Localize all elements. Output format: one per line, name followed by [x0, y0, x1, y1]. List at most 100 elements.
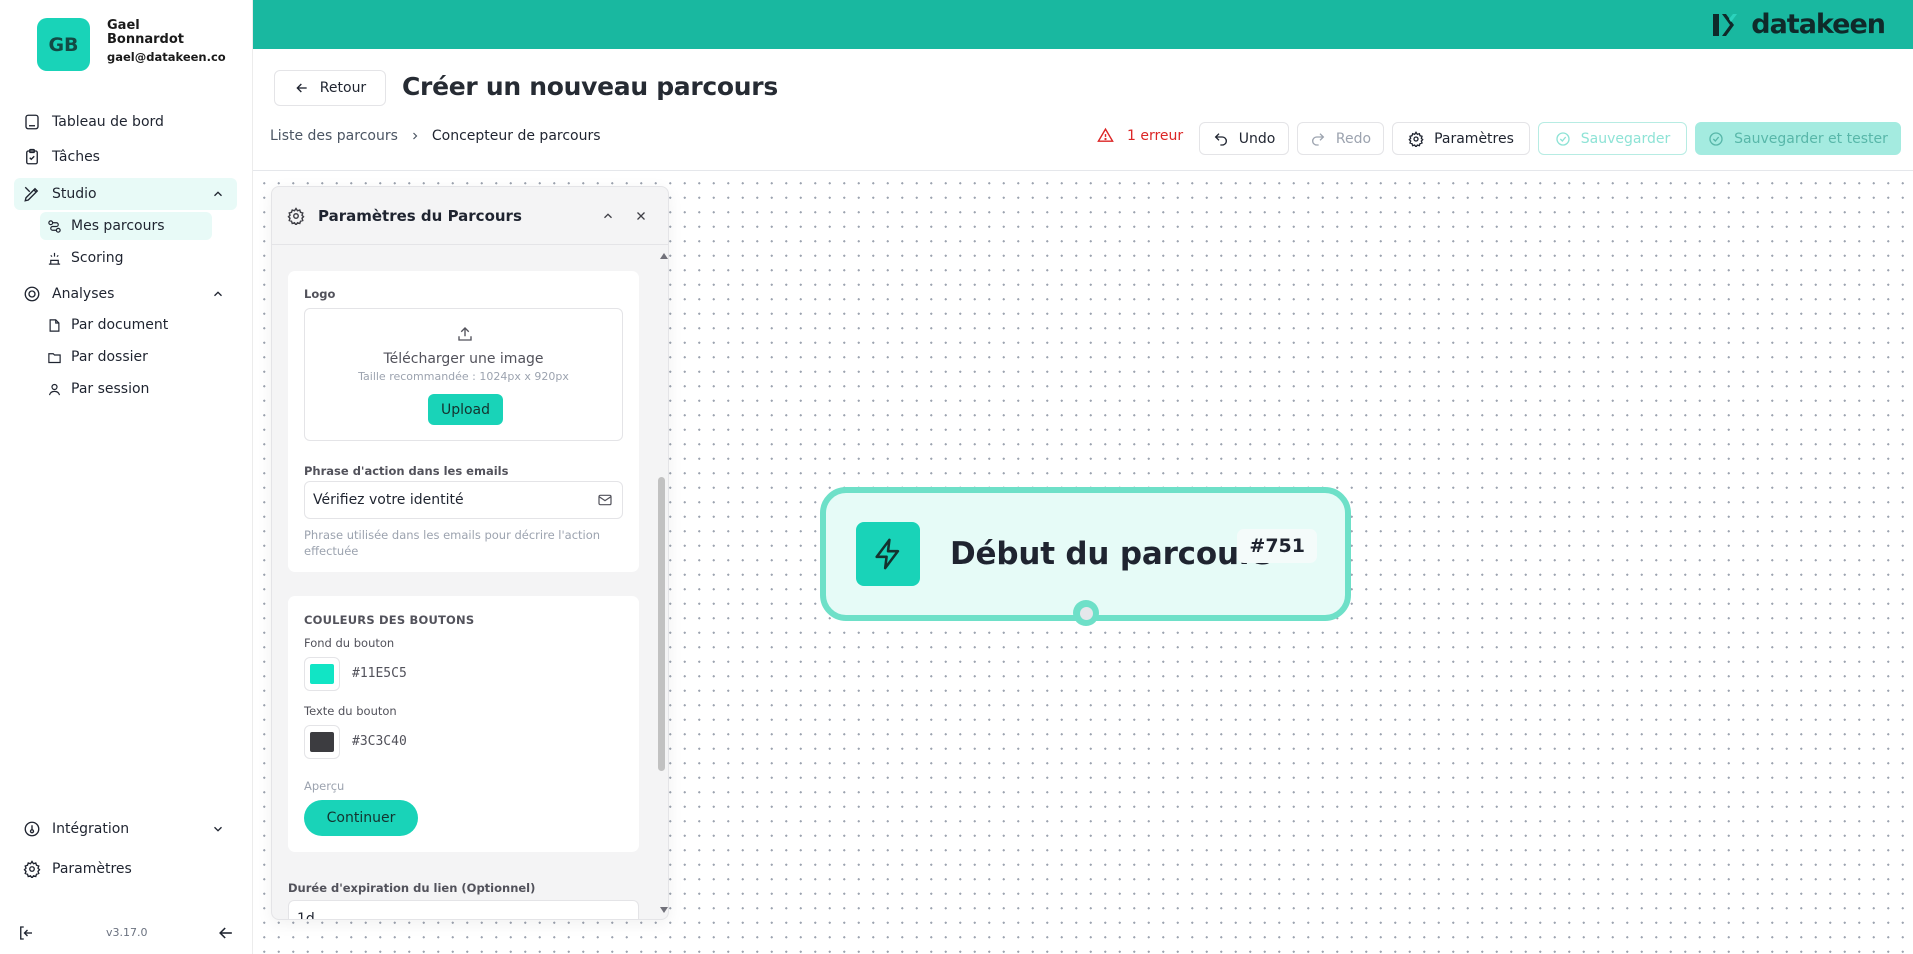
error-indicator[interactable]: 1 erreur [1097, 127, 1183, 144]
node-id-badge: #751 [1237, 529, 1317, 563]
dashboard-icon [22, 112, 42, 132]
error-count-label: 1 erreur [1127, 127, 1184, 144]
parametres-button[interactable]: Paramètres [1392, 122, 1530, 155]
button-background-swatch[interactable] [304, 657, 340, 691]
lightning-icon [856, 522, 920, 586]
breadcrumb-link-liste[interactable]: Liste des parcours [270, 128, 398, 144]
sidebar-item-label: Analyses [52, 286, 115, 302]
undo-button[interactable]: Undo [1199, 122, 1289, 155]
back-button-label: Retour [319, 80, 367, 96]
undo-icon [1213, 131, 1229, 147]
mail-icon [597, 492, 613, 508]
redo-icon [1310, 131, 1326, 147]
gear-icon [287, 206, 305, 225]
save-and-test-button[interactable]: Sauvegarder et tester [1695, 122, 1901, 155]
user-icon [46, 381, 62, 397]
parametres-label: Paramètres [1434, 130, 1514, 147]
sidebar-item-label: Mes parcours [71, 218, 165, 234]
button-text-label: Texte du bouton [304, 704, 397, 718]
top-bar: datakeen [253, 0, 1913, 49]
undo-label: Undo [1238, 130, 1276, 147]
file-icon [46, 317, 62, 333]
sidebar-item-label: Studio [52, 186, 97, 202]
collapse-sidebar-icon[interactable] [216, 923, 236, 943]
clipboard-icon [22, 147, 42, 167]
save-button[interactable]: Sauvegarder [1538, 122, 1687, 155]
logo-email-card: Logo Télécharger une image Taille recomm… [288, 271, 639, 572]
sidebar-item-taches[interactable]: Tâches [14, 141, 237, 173]
redo-button[interactable]: Redo [1297, 122, 1384, 155]
warning-icon [1097, 127, 1114, 144]
sidebar-item-par-dossier[interactable]: Par dossier [40, 343, 212, 371]
breadcrumb-current: Concepteur de parcours [431, 128, 601, 144]
save-and-test-label: Sauvegarder et tester [1734, 130, 1888, 147]
sidebar-item-scoring[interactable]: Scoring [40, 244, 212, 272]
sidebar-item-label: Par session [71, 381, 150, 397]
email-phrase-help: Phrase utilisée dans les emails pour déc… [304, 528, 601, 558]
button-text-swatch[interactable] [304, 725, 340, 759]
user-last-name: Bonnardot [107, 32, 184, 47]
scroll-up-arrow-icon[interactable] [660, 253, 668, 259]
logout-icon[interactable] [17, 924, 35, 942]
user-profile[interactable]: GB Gael Bonnardot gael@datakeen.co [37, 18, 226, 71]
node-title: Début du parcours [950, 536, 1273, 572]
close-icon[interactable] [634, 209, 648, 223]
upload-icon [456, 325, 474, 343]
app-version: v3.17.0 [106, 926, 148, 939]
check-circle-icon [1555, 131, 1571, 147]
email-phrase-value: Vérifiez votre identité [313, 492, 464, 508]
chevron-up-icon[interactable] [601, 209, 615, 223]
upload-hint: Taille recommandée : 1024px x 920px [358, 370, 569, 383]
integration-icon [22, 819, 42, 839]
pen-tool-icon [22, 184, 42, 204]
back-button[interactable]: Retour [274, 70, 386, 106]
button-colors-card: COULEURS DES BOUTONS Fond du bouton #11E… [288, 596, 639, 852]
upload-button[interactable]: Upload [428, 394, 503, 425]
chevron-down-icon[interactable] [211, 822, 225, 836]
sidebar-item-label: Intégration [52, 821, 130, 837]
chevron-up-icon[interactable] [211, 187, 225, 201]
logo-dropzone[interactable]: Télécharger une image Taille recommandée… [304, 308, 623, 441]
node-output-handle[interactable] [1073, 600, 1099, 626]
expiry-input[interactable]: 1d [288, 900, 639, 920]
gear-icon [22, 859, 42, 879]
sidebar-item-par-document[interactable]: Par document [40, 311, 212, 339]
check-circle-icon [1708, 131, 1724, 147]
preview-continue-button[interactable]: Continuer [304, 800, 418, 836]
sidebar-item-parametres[interactable]: Paramètres [14, 853, 237, 885]
sidebar-item-studio[interactable]: Studio [14, 178, 237, 210]
sidebar-item-analyses[interactable]: Analyses [14, 278, 237, 310]
expiry-value: 1d [297, 911, 315, 920]
chevron-right-icon [409, 130, 421, 142]
sidebar-item-label: Par document [71, 317, 169, 333]
sidebar: GB Gael Bonnardot gael@datakeen.co Tablea… [0, 0, 253, 954]
scroll-down-arrow-icon[interactable] [660, 907, 668, 913]
button-text-hex[interactable]: #3C3C40 [352, 734, 407, 749]
sidebar-item-par-session[interactable]: Par session [40, 375, 212, 403]
scoring-icon [46, 250, 62, 266]
email-phrase-label: Phrase d'action dans les emails [304, 464, 509, 478]
sidebar-item-label: Tâches [52, 149, 100, 165]
page-title: Créer un nouveau parcours [402, 72, 778, 101]
breadcrumb: Liste des parcours Concepteur de parcour… [270, 128, 601, 144]
upload-title: Télécharger une image [383, 351, 544, 367]
expiry-label: Durée d'expiration du lien (Optionnel) [288, 881, 536, 895]
gear-icon [1408, 130, 1424, 147]
avatar[interactable]: GB [37, 18, 90, 71]
sidebar-item-integration[interactable]: Intégration [14, 813, 237, 845]
save-label: Sauvegarder [1580, 130, 1671, 147]
color-chip [310, 732, 334, 752]
chevron-up-icon[interactable] [211, 287, 225, 301]
sidebar-item-label: Paramètres [52, 861, 132, 877]
arrow-left-icon [294, 80, 310, 96]
sidebar-item-mes-parcours[interactable]: Mes parcours [40, 212, 212, 240]
sidebar-item-label: Scoring [71, 250, 124, 266]
button-background-hex[interactable]: #11E5C5 [352, 666, 407, 681]
target-icon [22, 284, 42, 304]
sidebar-item-tableau-de-bord[interactable]: Tableau de bord [14, 106, 237, 138]
email-phrase-input[interactable]: Vérifiez votre identité [304, 481, 623, 519]
logo-label: Logo [304, 287, 336, 301]
preview-label: Aperçu [304, 779, 345, 793]
scrollbar-thumb[interactable] [658, 477, 665, 771]
button-background-label: Fond du bouton [304, 636, 395, 650]
